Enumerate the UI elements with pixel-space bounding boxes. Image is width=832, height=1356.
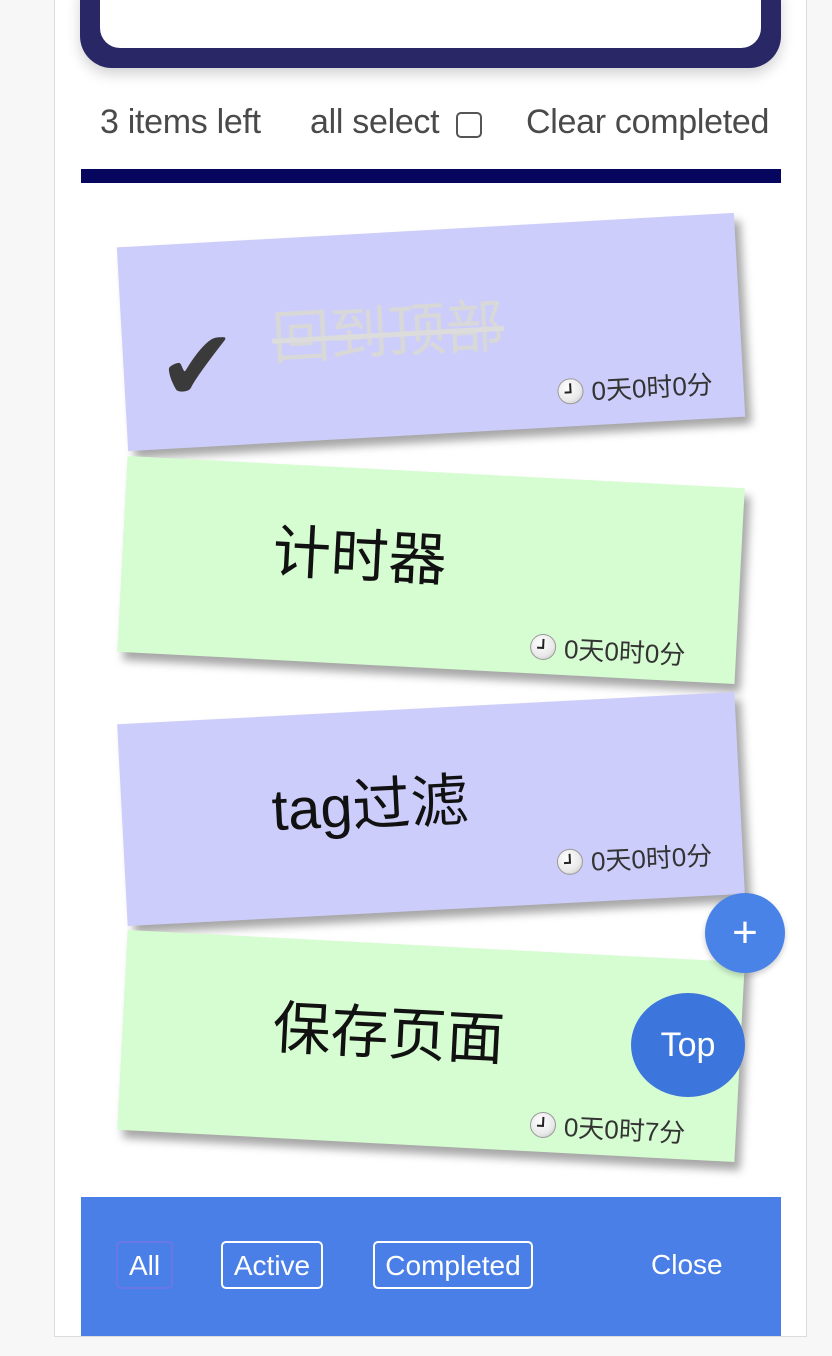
completed-check-icon[interactable]: ✔ (155, 311, 241, 422)
todo-item[interactable]: tag过滤 0天0时0分 (117, 691, 745, 927)
items-left-count: 3 items left (100, 103, 261, 141)
header-divider (81, 169, 781, 183)
todo-item[interactable]: ✔ 回到顶部 0天0时0分 (116, 212, 746, 452)
filter-all-button[interactable]: All (116, 1241, 173, 1289)
all-select-label: all select (310, 103, 440, 141)
todo-text: tag过滤 (270, 768, 470, 844)
new-todo-input[interactable] (100, 0, 761, 48)
clock-icon (556, 377, 585, 405)
clock-icon (529, 1110, 557, 1139)
close-button[interactable]: Close (651, 1241, 723, 1289)
todo-timer: 0天0时7分 (529, 1105, 686, 1150)
new-todo-frame (80, 0, 781, 68)
filter-footer: All Active Completed Close (81, 1197, 781, 1336)
todo-item[interactable]: 计时器 0天0时0分 (117, 455, 745, 685)
clock-icon (556, 847, 584, 875)
filter-active-button[interactable]: Active (221, 1241, 323, 1289)
all-select-checkbox[interactable] (456, 112, 482, 138)
todo-time-text: 0天0时0分 (590, 840, 713, 877)
add-todo-button[interactable]: + (705, 893, 785, 973)
todo-time-text: 0天0时0分 (590, 369, 714, 407)
clock-icon (529, 632, 557, 661)
todo-timer: 0天0时0分 (529, 627, 686, 672)
todo-text: 保存页面 (271, 995, 507, 1073)
todo-text: 回到顶部 (270, 293, 506, 372)
clear-completed-button[interactable]: Clear completed (526, 96, 769, 148)
todo-time-text: 0天0时0分 (563, 634, 687, 671)
todo-text: 计时器 (271, 519, 449, 594)
todo-timer: 0天0时0分 (556, 364, 714, 410)
todo-time-text: 0天0时7分 (563, 1112, 686, 1149)
filter-completed-button[interactable]: Completed (373, 1241, 533, 1289)
todo-timer: 0天0时0分 (556, 835, 713, 880)
scroll-top-button[interactable]: Top (631, 993, 745, 1097)
